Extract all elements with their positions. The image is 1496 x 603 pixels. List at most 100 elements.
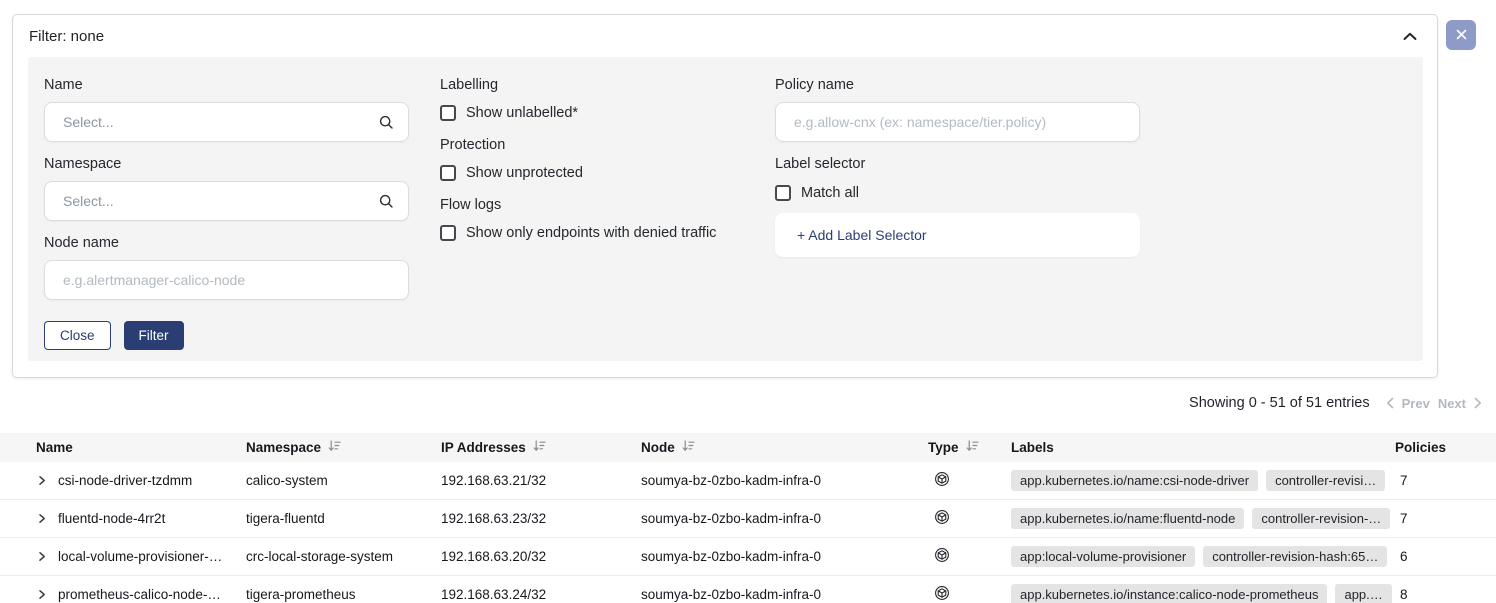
label-selector-heading: Label selector — [775, 156, 1140, 172]
pod-icon — [934, 547, 950, 566]
endpoint-namespace: calico-system — [246, 473, 441, 488]
page: Filter: none Name Select... Namespace — [0, 0, 1496, 603]
filter-title: Filter: none — [29, 28, 104, 45]
label-chip: app.kubernetes.io/name:csi-node-driver — [1011, 470, 1258, 491]
filter-panel: Filter: none Name Select... Namespace — [12, 14, 1438, 378]
node-name-field-label: Node name — [44, 235, 409, 251]
node-name-placeholder: e.g.alertmanager-calico-node — [63, 272, 245, 288]
endpoint-name: fluentd-node-4rr2t — [58, 511, 165, 526]
endpoint-namespace: tigera-fluentd — [246, 511, 441, 526]
name-select-placeholder: Select... — [63, 114, 114, 130]
policies-count: 7 — [1395, 511, 1496, 526]
column-header-namespace[interactable]: Namespace — [246, 440, 441, 455]
sort-icon[interactable] — [533, 440, 546, 455]
policies-count: 7 — [1395, 473, 1496, 488]
show-unprotected-row: Show unprotected — [440, 165, 780, 181]
filter-column-right: Policy name e.g.allow-cnx (ex: namespace… — [775, 77, 1140, 257]
show-unlabelled-checkbox[interactable] — [440, 105, 456, 121]
collapse-panel-button[interactable] — [1401, 28, 1419, 44]
denied-traffic-checkbox[interactable] — [440, 225, 456, 241]
endpoint-node: soumya-bz-0zbo-kadm-infra-0 — [641, 549, 928, 564]
match-all-row: Match all — [775, 185, 1140, 201]
pagination: Showing 0 - 51 of 51 entries Prev Next — [1189, 395, 1482, 411]
pod-icon — [934, 585, 950, 603]
row-expander-icon[interactable] — [37, 475, 47, 486]
show-unlabelled-label: Show unlabelled* — [466, 105, 578, 121]
next-chevron-icon[interactable] — [1474, 397, 1482, 409]
pagination-nav: Prev Next — [1386, 396, 1482, 411]
sort-icon[interactable] — [966, 440, 979, 455]
column-header-type[interactable]: Type — [928, 440, 1003, 455]
prev-button[interactable]: Prev — [1402, 396, 1430, 411]
labelling-heading: Labelling — [440, 77, 780, 93]
sort-icon[interactable] — [328, 440, 341, 455]
policy-name-input[interactable]: e.g.allow-cnx (ex: namespace/tier.policy… — [775, 102, 1140, 142]
denied-traffic-row: Show only endpoints with denied traffic — [440, 225, 780, 241]
column-header-ip-addresses[interactable]: IP Addresses — [441, 440, 641, 455]
endpoint-node: soumya-bz-0zbo-kadm-infra-0 — [641, 511, 928, 526]
prev-chevron-icon[interactable] — [1386, 397, 1394, 409]
name-field-label: Name — [44, 77, 409, 93]
next-button[interactable]: Next — [1438, 396, 1466, 411]
dismiss-panel-button[interactable] — [1446, 20, 1476, 50]
node-name-input[interactable]: e.g.alertmanager-calico-node — [44, 260, 409, 300]
label-chip: app.… — [1335, 584, 1391, 603]
flow-logs-heading: Flow logs — [440, 197, 780, 213]
match-all-label: Match all — [801, 185, 859, 201]
column-header-name[interactable]: Name — [0, 440, 246, 455]
filter-panel-header: Filter: none — [13, 15, 1437, 57]
label-chip: controller-revision-hash:65… — [1203, 546, 1387, 567]
column-header-policies[interactable]: Policies — [1395, 440, 1496, 455]
policies-count: 6 — [1395, 549, 1496, 564]
pod-icon — [934, 471, 950, 490]
sort-icon[interactable] — [682, 440, 695, 455]
name-select[interactable]: Select... — [44, 102, 409, 142]
label-chip: controller-revision-… — [1252, 508, 1390, 529]
endpoint-name: local-volume-provisioner-… — [58, 549, 222, 564]
row-expander-icon[interactable] — [37, 589, 47, 600]
show-unprotected-checkbox[interactable] — [440, 165, 456, 181]
filter-actions: Close Filter — [44, 321, 409, 350]
row-expander-icon[interactable] — [37, 513, 47, 524]
label-chip: app.kubernetes.io/instance:calico-node-p… — [1011, 584, 1327, 603]
denied-traffic-label: Show only endpoints with denied traffic — [466, 225, 716, 241]
row-expander-icon[interactable] — [37, 551, 47, 562]
search-icon — [378, 193, 395, 215]
column-header-labels[interactable]: Labels — [1003, 440, 1395, 455]
pagination-summary: Showing 0 - 51 of 51 entries — [1189, 395, 1370, 411]
match-all-checkbox[interactable] — [775, 185, 791, 201]
endpoint-ip: 192.168.63.23/32 — [441, 511, 641, 526]
column-header-node[interactable]: Node — [641, 440, 928, 455]
table-row[interactable]: csi-node-driver-tzdmm calico-system 192.… — [0, 462, 1496, 500]
table-row[interactable]: local-volume-provisioner-… crc-local-sto… — [0, 538, 1496, 576]
policy-name-field-label: Policy name — [775, 77, 1140, 93]
endpoint-ip: 192.168.63.21/32 — [441, 473, 641, 488]
add-label-selector-button[interactable]: + Add Label Selector — [775, 213, 1140, 257]
endpoint-node: soumya-bz-0zbo-kadm-infra-0 — [641, 473, 928, 488]
endpoint-ip: 192.168.63.24/32 — [441, 587, 641, 602]
endpoint-name: prometheus-calico-node-… — [58, 587, 221, 602]
endpoints-table: Name Namespace IP Addresses Node Type La… — [0, 433, 1496, 603]
filter-form: Name Select... Namespace Select... Node … — [28, 57, 1423, 361]
endpoint-namespace: crc-local-storage-system — [246, 549, 441, 564]
show-unprotected-label: Show unprotected — [466, 165, 583, 181]
filter-column-left: Name Select... Namespace Select... Node … — [44, 77, 409, 350]
close-button[interactable]: Close — [44, 321, 111, 350]
search-icon — [378, 114, 395, 136]
table-row[interactable]: prometheus-calico-node-… tigera-promethe… — [0, 576, 1496, 603]
endpoint-ip: 192.168.63.20/32 — [441, 549, 641, 564]
table-row[interactable]: fluentd-node-4rr2t tigera-fluentd 192.16… — [0, 500, 1496, 538]
label-chip: app:local-volume-provisioner — [1011, 546, 1195, 567]
show-unlabelled-row: Show unlabelled* — [440, 105, 780, 121]
close-icon — [1456, 28, 1467, 43]
label-chip: controller-revisi… — [1266, 470, 1385, 491]
namespace-field-label: Namespace — [44, 156, 409, 172]
endpoint-name: csi-node-driver-tzdmm — [58, 473, 192, 488]
endpoint-node: soumya-bz-0zbo-kadm-infra-0 — [641, 587, 928, 602]
namespace-select-placeholder: Select... — [63, 193, 114, 209]
protection-heading: Protection — [440, 137, 780, 153]
filter-button[interactable]: Filter — [124, 321, 184, 350]
endpoint-namespace: tigera-prometheus — [246, 587, 441, 602]
table-header-row: Name Namespace IP Addresses Node Type La… — [0, 433, 1496, 462]
namespace-select[interactable]: Select... — [44, 181, 409, 221]
